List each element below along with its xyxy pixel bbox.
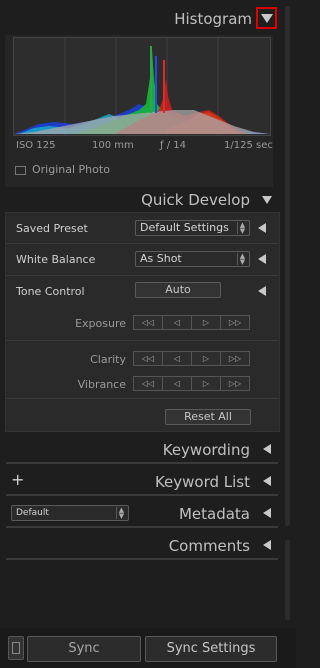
switch-knob-icon xyxy=(12,642,20,654)
vibrance-stepper[interactable]: ◁◁ ◁ ▷ ▷▷ xyxy=(133,376,250,391)
histogram-graph xyxy=(13,37,271,136)
stepper-arrows-icon: ▲ ▼ xyxy=(116,507,126,520)
metadata-preset-dropdown[interactable]: Default ▲ ▼ xyxy=(11,505,129,521)
original-photo-label: Original Photo xyxy=(32,163,110,176)
divider xyxy=(6,462,278,464)
keyword-list-title: Keyword List xyxy=(154,473,250,491)
auto-tone-button[interactable]: Auto xyxy=(135,282,221,298)
exposure-increase-large-button[interactable]: ▷▷ xyxy=(220,315,250,330)
vibrance-increase-large-button[interactable]: ▷▷ xyxy=(220,376,250,391)
comments-title: Comments xyxy=(168,537,250,555)
exposure-label: Exposure xyxy=(75,317,126,330)
tone-control-disclosure-icon[interactable] xyxy=(258,286,266,296)
exposure-increase-small-button[interactable]: ▷ xyxy=(191,315,221,330)
focal-length-readout: 100 mm xyxy=(92,140,134,151)
quick-develop-title: Quick Develop xyxy=(141,191,250,209)
saved-preset-disclosure-icon[interactable] xyxy=(258,223,266,233)
divider xyxy=(6,398,278,399)
vibrance-label: Vibrance xyxy=(77,378,126,391)
clarity-increase-small-button[interactable]: ▷ xyxy=(191,351,221,366)
histogram-collapse-button[interactable] xyxy=(256,7,277,29)
triangle-left-icon xyxy=(263,540,271,550)
exposure-stepper[interactable]: ◁◁ ◁ ▷ ▷▷ xyxy=(133,315,250,330)
divider xyxy=(6,494,278,496)
vibrance-decrease-small-button[interactable]: ◁ xyxy=(162,376,192,391)
triangle-left-icon xyxy=(263,508,271,518)
metadata-title: Metadata xyxy=(178,505,250,523)
saved-preset-dropdown[interactable]: Default Settings ▲ ▼ xyxy=(135,220,250,236)
white-balance-dropdown[interactable]: As Shot ▲ ▼ xyxy=(135,251,250,267)
exposure-decrease-large-button[interactable]: ◁◁ xyxy=(133,315,163,330)
sync-toggle-switch[interactable] xyxy=(8,636,24,660)
add-keyword-button[interactable]: + xyxy=(11,470,24,489)
vibrance-decrease-large-button[interactable]: ◁◁ xyxy=(133,376,163,391)
clarity-label: Clarity xyxy=(90,353,126,366)
sync-button[interactable]: Sync xyxy=(27,636,141,662)
shutter-readout: 1/125 sec xyxy=(224,140,273,151)
clarity-stepper[interactable]: ◁◁ ◁ ▷ ▷▷ xyxy=(133,351,250,366)
metadata-preset-value: Default xyxy=(16,508,49,518)
clarity-decrease-large-button[interactable]: ◁◁ xyxy=(133,351,163,366)
stepper-arrows-icon: ▲ ▼ xyxy=(237,222,247,235)
divider xyxy=(6,526,278,528)
keywording-title: Keywording xyxy=(162,441,250,459)
divider xyxy=(6,275,278,276)
divider xyxy=(6,558,278,560)
white-balance-value: As Shot xyxy=(140,252,182,265)
aperture-readout: ƒ / 14 xyxy=(160,140,186,151)
white-balance-disclosure-icon[interactable] xyxy=(258,254,266,264)
histogram-title: Histogram xyxy=(174,10,252,28)
original-photo-toggle[interactable]: Original Photo xyxy=(15,163,135,177)
panel-scrollbar-bottom[interactable] xyxy=(285,540,290,620)
original-photo-checkbox[interactable] xyxy=(15,166,26,175)
saved-preset-value: Default Settings xyxy=(140,221,229,234)
panel-scrollbar-top[interactable] xyxy=(285,6,290,526)
tone-control-label: Tone Control xyxy=(16,285,85,298)
vibrance-increase-small-button[interactable]: ▷ xyxy=(191,376,221,391)
divider xyxy=(6,243,278,244)
white-balance-label: White Balance xyxy=(16,253,96,266)
triangle-left-icon xyxy=(263,476,271,486)
divider xyxy=(6,340,278,341)
reset-all-button[interactable]: Reset All xyxy=(165,409,251,425)
triangle-down-icon xyxy=(262,196,272,204)
sync-settings-button[interactable]: Sync Settings xyxy=(145,636,277,662)
triangle-left-icon xyxy=(263,444,271,454)
exposure-decrease-small-button[interactable]: ◁ xyxy=(162,315,192,330)
stepper-arrows-icon: ▲ ▼ xyxy=(237,253,247,266)
iso-readout: ISO 125 xyxy=(16,140,56,151)
triangle-down-icon xyxy=(261,14,273,23)
saved-preset-label: Saved Preset xyxy=(16,222,88,235)
clarity-decrease-small-button[interactable]: ◁ xyxy=(162,351,192,366)
clarity-increase-large-button[interactable]: ▷▷ xyxy=(220,351,250,366)
